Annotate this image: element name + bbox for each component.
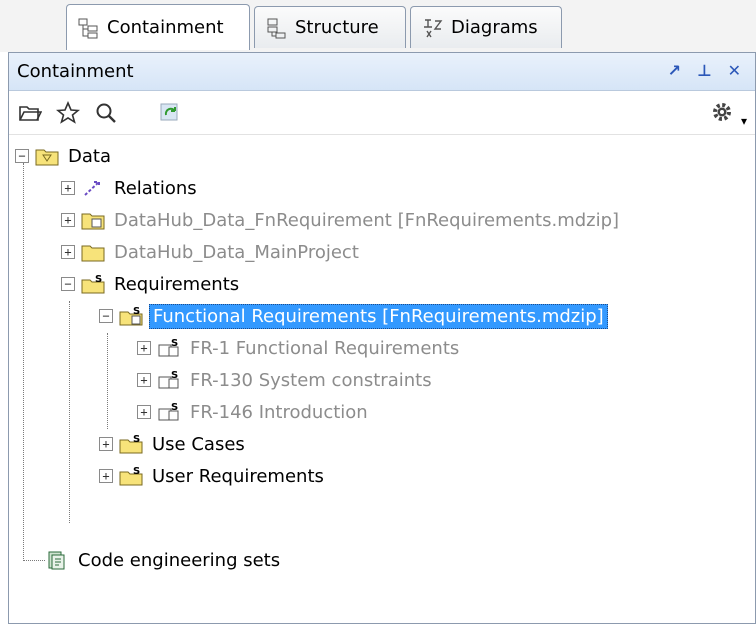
tab-diagrams[interactable]: Diagrams (410, 6, 562, 48)
view-tab-strip: Containment Structure Diagrams (0, 0, 756, 52)
tree-item-label: DataHub_Data_MainProject (114, 241, 359, 263)
search-icon[interactable] (93, 100, 119, 126)
svg-text:S: S (133, 466, 140, 477)
tab-containment[interactable]: Containment (66, 4, 250, 50)
close-icon[interactable]: ✕ (728, 61, 741, 80)
tree-item-label: User Requirements (152, 465, 324, 487)
tab-label: Containment (107, 17, 224, 38)
expand-toggle[interactable]: + (137, 373, 151, 387)
expand-toggle[interactable]: + (137, 405, 151, 419)
svg-text:S: S (171, 370, 178, 381)
requirement-package-icon: S (81, 274, 105, 294)
expand-toggle[interactable]: + (61, 213, 75, 227)
tree-item-label: FR-1 Functional Requirements (190, 337, 460, 359)
panel-title: Containment (17, 61, 134, 82)
structure-icon (267, 18, 286, 38)
tree-item-label: FR-130 System constraints (190, 369, 432, 391)
svg-text:S: S (133, 434, 140, 445)
restore-icon[interactable]: ↗ (668, 61, 681, 80)
pin-icon[interactable]: ⊥ (697, 61, 712, 80)
expand-toggle[interactable]: + (137, 341, 151, 355)
star-icon[interactable] (55, 100, 81, 126)
expand-toggle[interactable]: + (99, 437, 113, 451)
collapse-toggle[interactable]: − (15, 149, 29, 163)
svg-text:S: S (171, 402, 178, 413)
panel-controls: ↗ ⊥ ✕ (668, 61, 741, 80)
tree-item-code-engineering-sets[interactable]: Code engineering sets (45, 545, 283, 575)
tree-item-label: Code engineering sets (78, 549, 281, 571)
requirement-package-icon: S (119, 306, 143, 326)
requirement-icon: S (158, 402, 179, 421)
tab-structure[interactable]: Structure (254, 6, 406, 48)
tree-item-main-project[interactable]: + DataHub_Data_MainProject (61, 237, 362, 267)
refresh-icon[interactable] (157, 100, 183, 126)
relations-icon (84, 181, 100, 196)
folder-icon (81, 245, 105, 262)
tree-item-label: Relations (114, 177, 197, 199)
chevron-down-icon[interactable]: ▾ (741, 114, 747, 128)
svg-text:S: S (171, 338, 178, 349)
tree-item-label: Data (68, 145, 111, 167)
tree-item-label: Use Cases (152, 433, 245, 455)
tree-item-user-requirements[interactable]: + S User Requirements (99, 461, 327, 491)
open-folder-icon[interactable] (17, 100, 43, 126)
tree-item-functional-requirements[interactable]: − S Functional Requirements [FnRequireme… (99, 301, 608, 331)
diagrams-icon (424, 18, 443, 37)
tree-item-relations[interactable]: + Relations (61, 173, 200, 203)
tree-item-fn-requirement[interactable]: + DataHub_Data_FnRequirement [FnRequirem… (61, 205, 622, 235)
tree-item-requirements[interactable]: − S Requirements (61, 269, 242, 299)
panel-title-bar: Containment ↗ ⊥ ✕ (9, 53, 755, 91)
requirement-icon: S (158, 338, 179, 357)
shared-folder-icon (81, 213, 105, 230)
tree-item-label: Requirements (114, 273, 240, 295)
tree-item-fr-146[interactable]: + S FR-146 Introduction (137, 397, 371, 427)
requirement-package-icon: S (119, 434, 143, 454)
tree-item-label: FR-146 Introduction (190, 401, 368, 423)
expand-toggle[interactable]: + (61, 245, 75, 259)
panel-toolbar (9, 91, 755, 135)
model-folder-icon (35, 149, 59, 166)
tree-item-use-cases[interactable]: + S Use Cases (99, 429, 248, 459)
svg-text:S: S (95, 274, 102, 285)
containment-icon (78, 18, 98, 38)
containment-panel: Containment ↗ ⊥ ✕ ▾ − Data + Relations +… (8, 52, 756, 624)
code-engineering-icon (48, 551, 65, 570)
containment-tree: − Data + Relations + DataHub_Data_FnRequ… (9, 137, 755, 623)
tree-item-label: Functional Requirements [FnRequirements.… (149, 303, 608, 329)
requirement-package-icon: S (119, 466, 143, 486)
tab-label: Structure (295, 17, 379, 38)
collapse-toggle[interactable]: − (61, 277, 75, 291)
expand-toggle[interactable]: + (61, 181, 75, 195)
gear-icon[interactable] (709, 99, 735, 125)
collapse-toggle[interactable]: − (99, 309, 113, 323)
requirement-icon: S (158, 370, 179, 389)
tree-item-label: DataHub_Data_FnRequirement [FnRequiremen… (114, 209, 620, 231)
tab-label: Diagrams (451, 17, 538, 38)
settings-menu[interactable]: ▾ (709, 99, 747, 130)
tree-item-fr-130[interactable]: + S FR-130 System constraints (137, 365, 435, 395)
tree-item-data[interactable]: − Data (15, 141, 114, 171)
svg-text:S: S (133, 306, 140, 317)
tree-item-fr-1[interactable]: + S FR-1 Functional Requirements (137, 333, 462, 363)
expand-toggle[interactable]: + (99, 469, 113, 483)
